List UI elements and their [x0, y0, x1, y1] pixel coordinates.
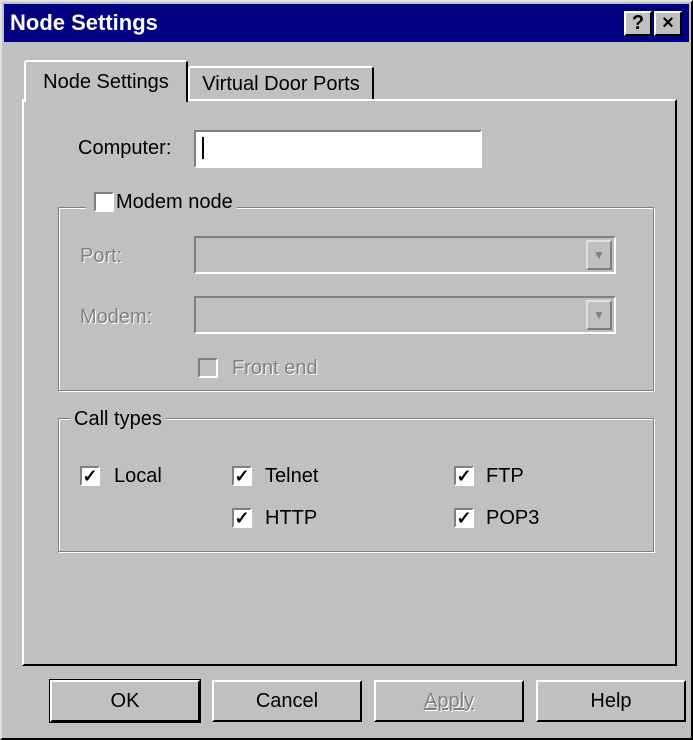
http-label: HTTP [265, 507, 318, 529]
ftp-checkbox[interactable]: ✓ [454, 466, 474, 486]
local-label: Local [114, 465, 162, 487]
telnet-label: Telnet [265, 465, 319, 487]
http-checkbox[interactable]: ✓ [232, 508, 252, 528]
title-bar[interactable]: Node Settings ? × [4, 4, 689, 42]
window-title: Node Settings [10, 10, 158, 35]
help-icon[interactable]: ? [624, 11, 652, 36]
computer-input[interactable] [194, 130, 482, 168]
modem-dropdown[interactable]: ▼ [194, 296, 616, 334]
port-label: Port: [80, 245, 123, 267]
port-dropdown-arrow-icon[interactable]: ▼ [586, 240, 612, 270]
tab-virtual-door-ports-label: Virtual Door Ports [202, 73, 360, 95]
pop3-label: POP3 [486, 507, 540, 529]
tab-virtual-door-ports[interactable]: Virtual Door Ports [188, 66, 374, 100]
port-dropdown[interactable]: ▼ [194, 236, 616, 274]
help-button[interactable]: Help [536, 680, 686, 722]
front-end-checkbox[interactable] [198, 358, 218, 378]
modem-node-checkbox[interactable] [94, 192, 114, 212]
node-settings-dialog: Node Settings ? × Node Settings Virtual … [0, 0, 693, 740]
modem-dropdown-arrow-icon[interactable]: ▼ [586, 300, 612, 330]
modem-node-label: Modem node [116, 191, 233, 213]
apply-button-label: Apply [423, 690, 475, 712]
apply-button[interactable]: Apply [374, 680, 524, 722]
call-types-legend: Call types [70, 406, 166, 432]
text-caret [202, 137, 204, 159]
tab-node-settings-label: Node Settings [43, 71, 169, 93]
front-end-label: Front end [232, 357, 318, 379]
ok-button[interactable]: OK [49, 679, 201, 723]
pop3-checkbox[interactable]: ✓ [454, 508, 474, 528]
tab-node-settings[interactable]: Node Settings [24, 60, 188, 102]
close-icon[interactable]: × [654, 11, 682, 36]
modem-label: Modem: [80, 306, 153, 328]
ftp-label: FTP [486, 465, 524, 487]
cancel-button[interactable]: Cancel [212, 680, 362, 722]
computer-label: Computer: [78, 137, 172, 159]
telnet-checkbox[interactable]: ✓ [232, 466, 252, 486]
local-checkbox[interactable]: ✓ [80, 466, 100, 486]
